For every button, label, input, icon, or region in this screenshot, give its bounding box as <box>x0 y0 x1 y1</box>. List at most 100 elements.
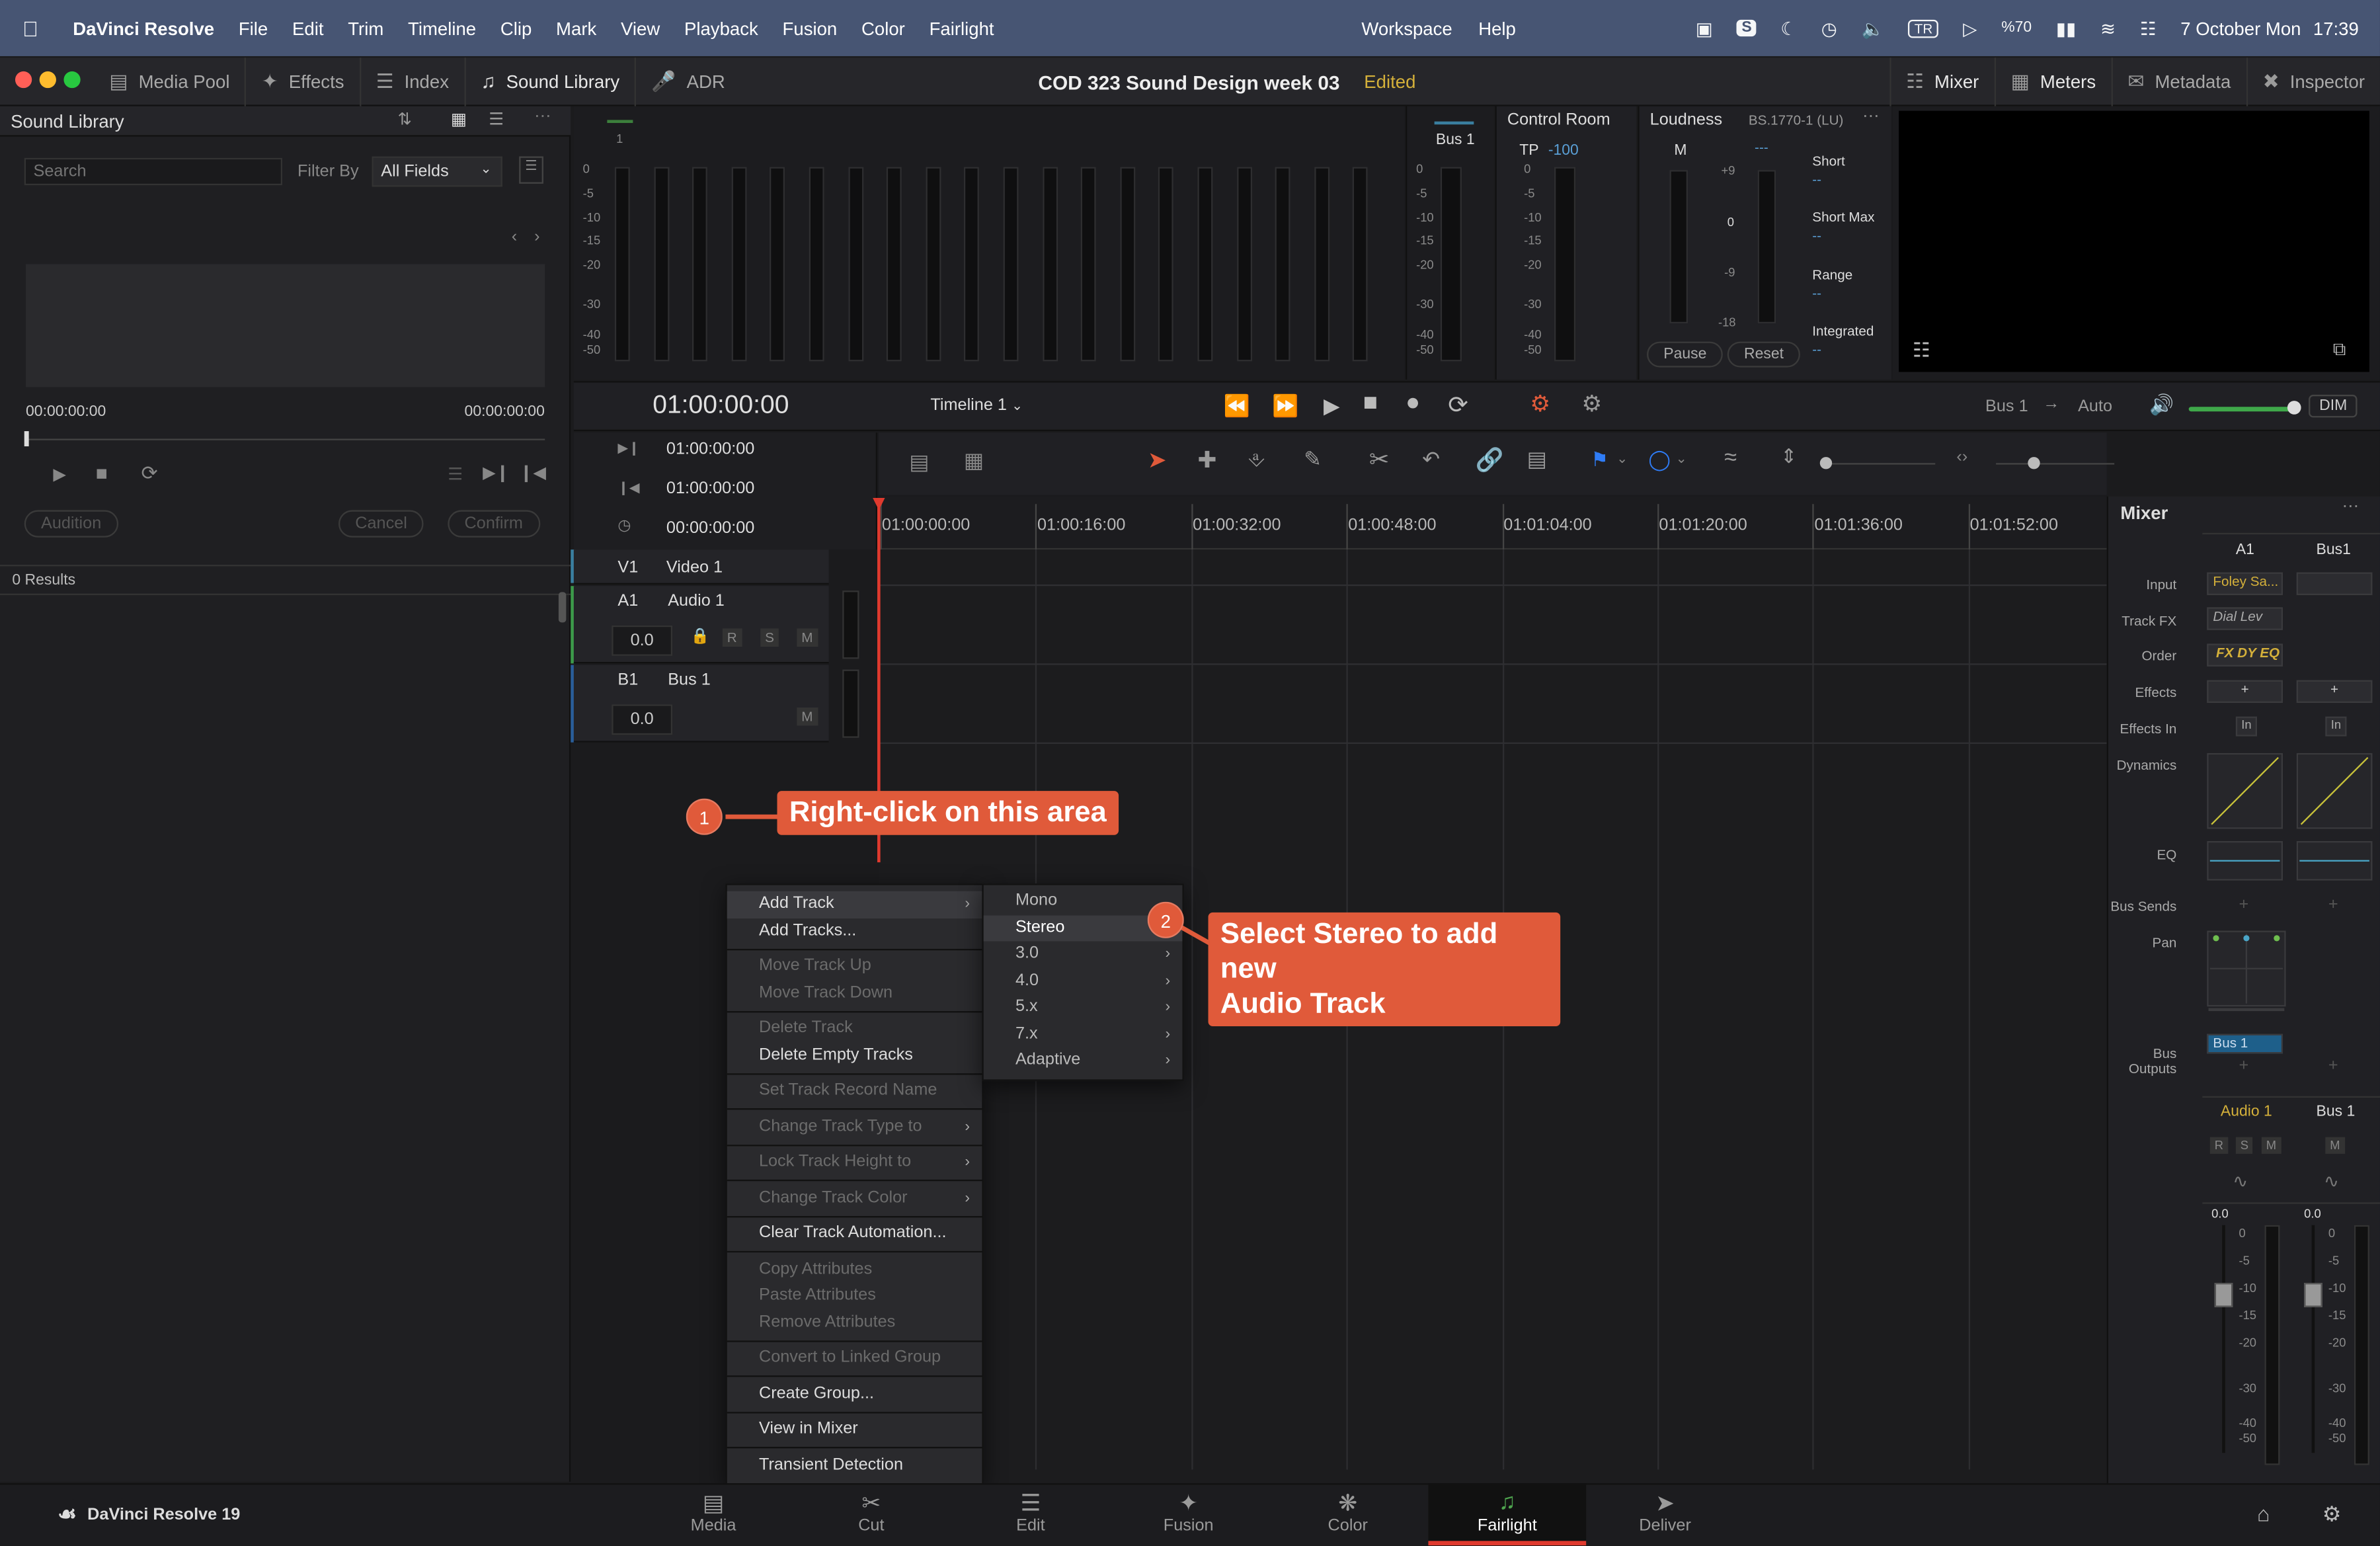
submenu-item-7-x[interactable]: 7.x › <box>984 1021 1183 1047</box>
inspector-toggle-button[interactable]: ✖ Inspector <box>2248 58 2380 106</box>
more-options-icon[interactable]: ⋯ <box>534 106 551 126</box>
menu-help[interactable]: Help <box>1466 17 1528 38</box>
mixer-record-a1[interactable]: R <box>2209 1137 2228 1154</box>
context-menu-item-view-in-mixer[interactable]: View in Mixer <box>727 1416 982 1443</box>
timeline-select[interactable]: Timeline 1 ⌄ <box>930 396 1023 415</box>
playhead-head[interactable] <box>873 498 885 510</box>
track-height-thumb[interactable] <box>1819 457 1833 469</box>
track-header-b1[interactable]: B1 Bus 1 0.0 M <box>573 665 829 743</box>
mixer-dynamics-bus1[interactable] <box>2296 753 2373 829</box>
control-center-icon[interactable]: ☷ <box>2140 17 2157 38</box>
index-button[interactable]: ☰ Index <box>361 57 466 106</box>
mixer-dynamics-a1[interactable] <box>2207 753 2283 829</box>
sound-library-button[interactable]: ♫ Sound Library <box>465 57 637 106</box>
mixer-pan-a1[interactable] <box>2207 930 2286 1012</box>
mixer-bus-send-add-a1[interactable]: + <box>2239 896 2248 915</box>
mixer-fader-track-a1[interactable] <box>2222 1225 2225 1453</box>
submenu-item-4-0[interactable]: 4.0 › <box>984 968 1183 995</box>
sort-icon[interactable]: ⇅ <box>398 109 412 130</box>
mixer-fader-bus1[interactable] <box>2304 1283 2322 1307</box>
monitor-volume-thumb[interactable] <box>2287 401 2301 415</box>
mixer-volume-a1[interactable]: 0.0 <box>2211 1207 2229 1221</box>
keyboard-input-badge[interactable]: TR <box>1908 19 1939 38</box>
metadata-toggle-button[interactable]: ✉ Metadata <box>2112 58 2248 106</box>
loudness-more-icon[interactable]: ⋯ <box>1862 106 1879 126</box>
razor-icon[interactable]: ✂ <box>1369 445 1390 475</box>
master-timecode[interactable]: 01:00:00:00 <box>653 390 789 421</box>
viewer-settings-icon[interactable]: ☷ <box>1913 339 1930 363</box>
preview-playhead[interactable] <box>24 431 29 446</box>
mixer-toggle-button[interactable]: ☷ Mixer <box>1889 58 1996 106</box>
track-volume-field[interactable]: 0.0 <box>612 625 673 656</box>
stop-icon[interactable]: ■ <box>1363 390 1378 417</box>
calendar-icon[interactable]: ▣ <box>1696 17 1713 38</box>
track-header-a1[interactable]: A1 Audio 1 0.0 🔒 R S M <box>573 586 829 664</box>
submenu-item-5-x[interactable]: 5.x › <box>984 995 1183 1021</box>
track-height-slider[interactable] <box>1829 463 1936 465</box>
menu-fairlight[interactable]: Fairlight <box>917 17 1006 38</box>
zoom-slider[interactable] <box>1996 463 2115 465</box>
prev-arrow-icon[interactable]: ‹ <box>512 227 517 246</box>
page-cut[interactable]: ✂ Cut <box>792 1483 950 1545</box>
sound-search-input[interactable] <box>24 157 283 186</box>
play-icon[interactable]: ▶ <box>1324 393 1340 419</box>
mixer-bus-output-add-a1[interactable]: + <box>2239 1057 2248 1075</box>
menu-playback[interactable]: Playback <box>672 17 771 38</box>
media-pool-button[interactable]: ▤ Media Pool <box>94 57 247 106</box>
settings-gear-icon[interactable]: ⚙ <box>2322 1502 2342 1527</box>
mixer-eq-a1[interactable] <box>2207 840 2283 881</box>
menu-mark[interactable]: Mark <box>544 17 609 38</box>
pointer-tool-icon[interactable]: ➤ <box>1148 446 1167 473</box>
mixer-track-fx-a1[interactable]: Dial Lev <box>2207 607 2283 630</box>
results-scrollbar[interactable] <box>558 592 567 623</box>
viewer-pip-icon[interactable]: ⧉ <box>2333 339 2346 361</box>
menu-app-name[interactable]: DaVinci Resolve <box>61 17 227 38</box>
apple-icon[interactable]:  <box>0 16 61 40</box>
record-arm-button[interactable]: R <box>722 628 742 647</box>
mixer-fader-track-bus1[interactable] <box>2311 1225 2315 1453</box>
menu-view[interactable]: View <box>609 17 672 38</box>
time-machine-icon[interactable]: ◷ <box>1821 17 1837 38</box>
dim-button[interactable]: DIM <box>2309 394 2358 418</box>
record-arm-icon[interactable]: ⚙ <box>1530 390 1550 417</box>
moon-icon[interactable]: ☾ <box>1780 17 1797 38</box>
context-menu-item-clear-track-automation[interactable]: Clear Track Automation... <box>727 1221 982 1247</box>
link-icon[interactable]: 🔗 <box>1476 446 1504 473</box>
mixer-effects-in-a1[interactable]: In <box>2235 716 2258 737</box>
page-edit[interactable]: ☰ Edit <box>952 1483 1110 1545</box>
submenu-item-adaptive[interactable]: Adaptive › <box>984 1047 1183 1074</box>
monitor-volume-slider[interactable] <box>2188 407 2295 412</box>
mixer-fader-a1[interactable] <box>2214 1283 2233 1307</box>
preview-waveform-icon[interactable]: ☰ <box>448 465 463 485</box>
track-height-icon[interactable]: ⇕ <box>1780 445 1797 469</box>
context-menu-item-add-tracks[interactable]: Add Tracks... <box>727 918 982 944</box>
loop-icon[interactable]: ⟳ <box>1448 390 1468 421</box>
mute-button[interactable]: M <box>797 628 818 647</box>
mixer-bus-send-add-bus1[interactable]: + <box>2328 896 2338 915</box>
snap-icon[interactable]: ↶ <box>1422 446 1440 472</box>
mixer-eq-bus1[interactable] <box>2296 840 2373 881</box>
mixer-solo-a1[interactable]: S <box>2235 1137 2253 1154</box>
preview-first-icon[interactable]: ❙◀ <box>519 463 546 483</box>
zoom-thumb[interactable] <box>2028 457 2040 469</box>
wifi-icon[interactable]: ≋ <box>2100 17 2116 38</box>
context-menu-item-add-track[interactable]: Add Track › <box>727 891 982 918</box>
skype-icon[interactable]: S <box>1737 19 1757 37</box>
track-header-v1[interactable]: V1 Video 1 <box>573 549 829 585</box>
menu-color[interactable]: Color <box>850 17 918 38</box>
mixer-automation-bus1-icon[interactable]: ∿ <box>2324 1170 2339 1192</box>
monitor-auto[interactable]: Auto <box>2078 398 2112 417</box>
confirm-audition-button[interactable]: Confirm <box>448 510 540 538</box>
trim-tool-icon[interactable]: ⎀ <box>1248 446 1265 472</box>
automation-icon[interactable]: ⚙ <box>1581 390 1602 417</box>
effects-button[interactable]: ✦ Effects <box>247 57 361 106</box>
mixer-automation-a1-icon[interactable]: ∿ <box>2233 1170 2248 1192</box>
mixer-mute-a1[interactable]: M <box>2261 1137 2281 1154</box>
page-deliver[interactable]: ➤ Deliver <box>1586 1483 1744 1545</box>
cancel-audition-button[interactable]: Cancel <box>338 510 424 538</box>
solo-button[interactable]: S <box>760 628 779 647</box>
preview-play-icon[interactable]: ▶ <box>53 465 65 485</box>
waveform-zoom-icon[interactable]: ▤ <box>1527 446 1547 472</box>
mixer-more-icon[interactable]: ⋯ <box>2342 497 2359 516</box>
range-tool-icon[interactable]: ✚ <box>1197 446 1216 473</box>
